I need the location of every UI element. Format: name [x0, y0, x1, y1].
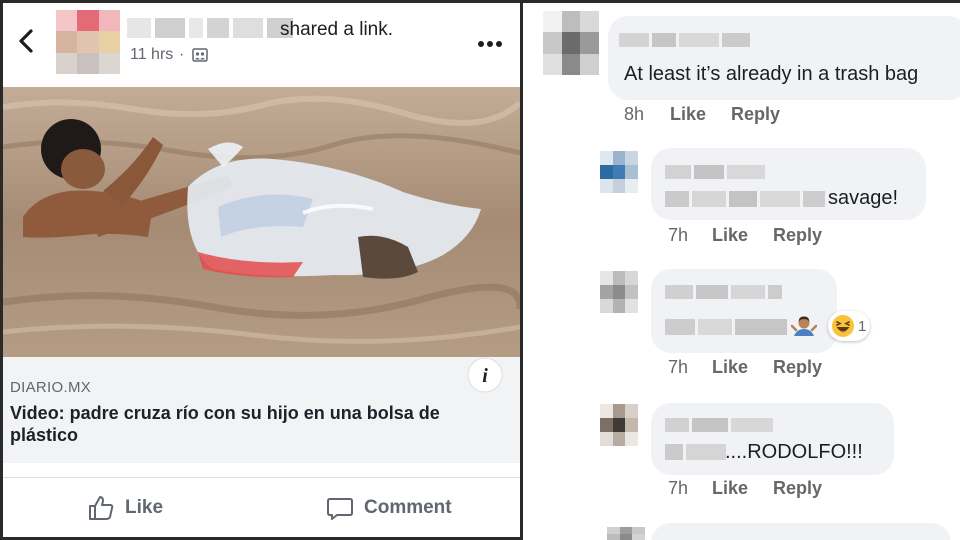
- commenter-avatar[interactable]: [543, 11, 599, 75]
- thumbs-up-icon: [89, 496, 114, 520]
- meta-separator: ·: [179, 46, 185, 63]
- link-preview[interactable]: DIARIO.MX Video: padre cruza río con su …: [3, 357, 520, 463]
- commenter-name-blurred[interactable]: [665, 165, 765, 179]
- more-dots-icon[interactable]: [477, 39, 503, 49]
- commenter-avatar[interactable]: [600, 151, 638, 193]
- comments-panel: At least it’s already in a trash bag 8h …: [523, 3, 960, 540]
- comment-like-button[interactable]: Like: [712, 225, 773, 246]
- commenter-avatar[interactable]: [600, 404, 638, 446]
- comment-reply-button[interactable]: Reply: [731, 104, 780, 125]
- link-title[interactable]: Video: padre cruza río con su hijo en un…: [10, 402, 490, 446]
- comment-like-button[interactable]: Like: [712, 478, 773, 499]
- comment-time[interactable]: 7h: [668, 357, 712, 378]
- comment-text-blurred: [665, 319, 787, 335]
- reaction-count: 1: [858, 317, 867, 335]
- svg-text:i: i: [482, 365, 488, 387]
- comment-reply-button[interactable]: Reply: [773, 357, 822, 378]
- comment-bubble[interactable]: [608, 16, 960, 100]
- comment-like-button[interactable]: Like: [712, 357, 773, 378]
- post-card: shared a link. 11 hrs · DIARIO.MX Video:…: [3, 3, 520, 537]
- avatar[interactable]: [56, 10, 120, 74]
- comment-meta: 7h Like Reply: [668, 357, 822, 378]
- link-domain: DIARIO.MX: [10, 379, 92, 396]
- mention-blurred: [665, 444, 726, 460]
- commenter-name-blurred[interactable]: [619, 33, 750, 47]
- comment-button[interactable]: Comment: [326, 494, 452, 522]
- comment-reply-button[interactable]: Reply: [773, 478, 822, 499]
- friends-icon: [192, 48, 208, 62]
- mention-blurred: [665, 191, 825, 207]
- comment-meta: 8h Like Reply: [624, 104, 780, 125]
- comment-text: ....RODOLFO!!!: [725, 441, 863, 463]
- commenter-avatar[interactable]: [607, 527, 645, 540]
- like-label: Like: [125, 497, 164, 518]
- comment-bubble[interactable]: [651, 403, 894, 475]
- info-icon[interactable]: i: [467, 357, 503, 393]
- comment-meta: 7h Like Reply: [668, 478, 822, 499]
- comment-time[interactable]: 7h: [668, 478, 712, 499]
- comment-time[interactable]: 8h: [624, 104, 670, 125]
- commenter-name-blurred[interactable]: [665, 285, 782, 299]
- comment-bubble-icon: [327, 498, 353, 520]
- commenter-avatar[interactable]: [600, 271, 638, 313]
- comment-label: Comment: [364, 497, 452, 518]
- commenter-name-blurred[interactable]: [665, 418, 773, 432]
- comment-text: At least it’s already in a trash bag: [624, 63, 919, 85]
- author-name-blurred[interactable]: [127, 18, 293, 38]
- like-button[interactable]: Like: [87, 494, 163, 522]
- reaction-summary[interactable]: 1: [828, 311, 871, 341]
- post-timestamp[interactable]: 11 hrs: [130, 46, 173, 64]
- comment-reply-button[interactable]: Reply: [773, 225, 822, 246]
- comment-time[interactable]: 7h: [668, 225, 712, 246]
- post-actions: Like Comment: [3, 477, 520, 537]
- chevron-left-icon[interactable]: [15, 27, 39, 55]
- comment-text: savage!: [828, 187, 899, 209]
- comment-like-button[interactable]: Like: [670, 104, 731, 125]
- person-shrugging-emoji: [791, 316, 817, 336]
- post-photo[interactable]: [3, 87, 520, 357]
- comment-bubble[interactable]: [651, 269, 837, 353]
- comment-bubble[interactable]: [651, 523, 951, 540]
- comment-meta: 7h Like Reply: [668, 225, 822, 246]
- haha-reaction-icon: [832, 315, 854, 337]
- post-header: shared a link. 11 hrs ·: [3, 3, 520, 85]
- shared-link-text: shared a link.: [280, 19, 394, 40]
